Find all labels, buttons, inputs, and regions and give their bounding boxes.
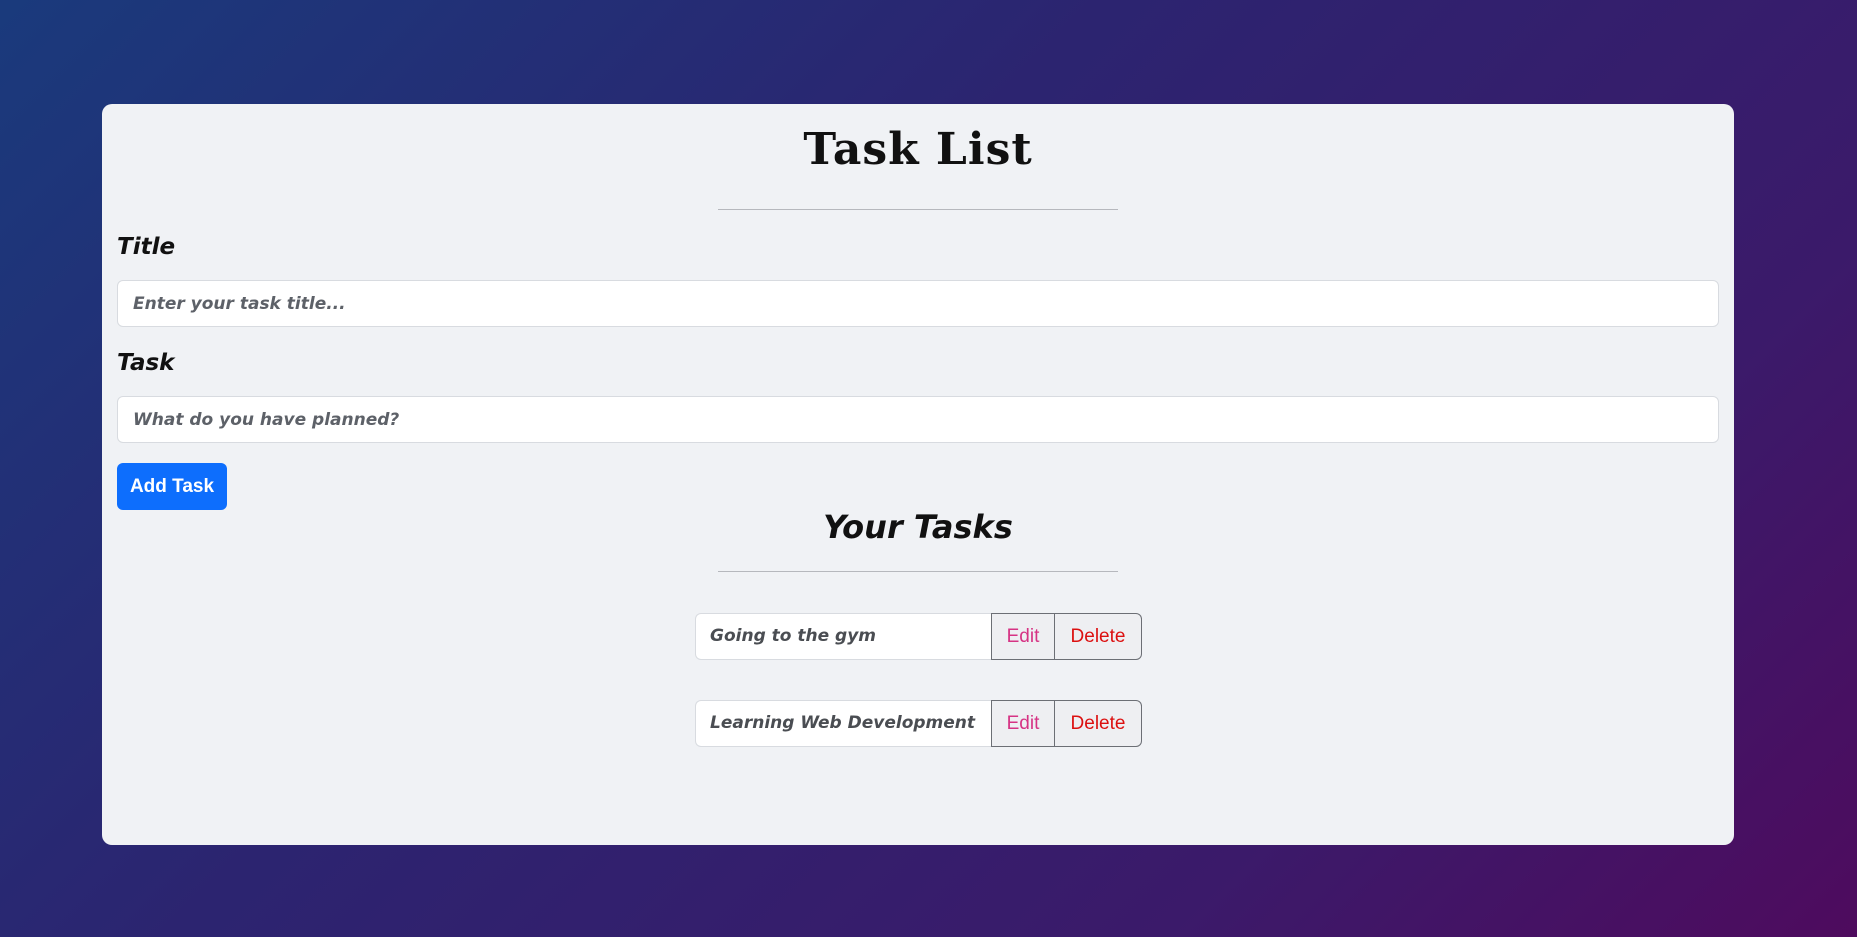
add-task-button[interactable]: Add Task bbox=[117, 463, 227, 510]
edit-button[interactable]: Edit bbox=[991, 700, 1055, 747]
task-input[interactable] bbox=[117, 396, 1719, 443]
task-label: Task bbox=[117, 350, 175, 376]
title-divider bbox=[718, 209, 1118, 210]
task-text: Going to the gym bbox=[695, 613, 991, 660]
tasks-divider bbox=[718, 571, 1118, 572]
task-card: Task List Title Task Add Task Your Tasks… bbox=[102, 104, 1734, 845]
delete-button[interactable]: Delete bbox=[1055, 700, 1142, 747]
task-list: Going to the gym Edit Delete Learning We… bbox=[695, 613, 1142, 787]
task-item: Going to the gym Edit Delete bbox=[695, 613, 1142, 660]
page-title: Task List bbox=[803, 124, 1033, 175]
task-text: Learning Web Development bbox=[695, 700, 991, 747]
tasks-heading: Your Tasks bbox=[823, 508, 1013, 546]
title-input[interactable] bbox=[117, 280, 1719, 327]
task-item: Learning Web Development Edit Delete bbox=[695, 700, 1142, 747]
delete-button[interactable]: Delete bbox=[1055, 613, 1142, 660]
title-label: Title bbox=[117, 234, 176, 260]
edit-button[interactable]: Edit bbox=[991, 613, 1055, 660]
